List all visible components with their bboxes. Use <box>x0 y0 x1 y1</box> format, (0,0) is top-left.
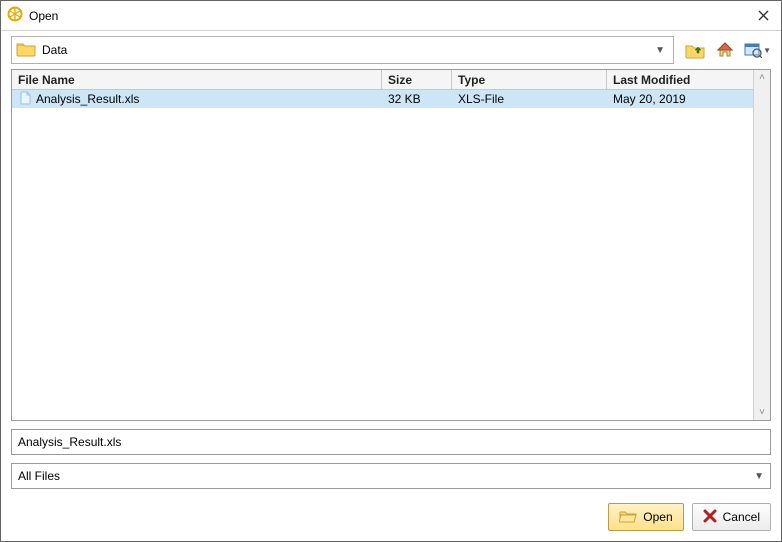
chevron-down-icon: ▼ <box>763 46 771 55</box>
file-type: XLS-File <box>452 92 607 106</box>
cancel-button[interactable]: Cancel <box>692 503 771 531</box>
chevron-down-icon[interactable]: ▼ <box>655 45 669 56</box>
file-size: 32 KB <box>382 92 452 106</box>
scrollbar[interactable]: ˄ ˅ <box>753 70 770 420</box>
scroll-up-icon[interactable]: ˄ <box>759 72 765 83</box>
filename-field[interactable] <box>11 429 771 455</box>
file-icon <box>18 91 32 108</box>
scroll-down-icon[interactable]: ˅ <box>759 407 765 418</box>
chevron-down-icon[interactable]: ▼ <box>754 471 764 482</box>
title-bar: Open <box>1 1 781 31</box>
table-row[interactable]: Analysis_Result.xls 32 KBXLS-FileMay 20, … <box>12 90 753 108</box>
app-icon <box>7 6 23 25</box>
col-size[interactable]: Size <box>382 70 452 89</box>
file-modified: May 20, 2019 <box>607 92 753 106</box>
col-type[interactable]: Type <box>452 70 607 89</box>
open-button[interactable]: Open <box>608 503 683 531</box>
filter-text: All Files <box>18 469 754 483</box>
button-row: Open Cancel <box>1 497 781 541</box>
file-list: File Name Size Type Last Modified Analys… <box>11 69 771 421</box>
dialog-title: Open <box>29 9 58 23</box>
col-modified[interactable]: Last Modified <box>607 70 753 89</box>
cancel-label: Cancel <box>723 510 760 524</box>
file-name: Analysis_Result.xls <box>36 92 139 106</box>
filter-combo[interactable]: All Files ▼ <box>11 463 771 489</box>
column-headers: File Name Size Type Last Modified <box>12 70 753 90</box>
folder-open-icon <box>619 509 637 526</box>
home-button[interactable] <box>714 39 736 61</box>
col-filename[interactable]: File Name <box>12 70 382 89</box>
filename-input[interactable] <box>18 435 764 449</box>
open-label: Open <box>643 510 672 524</box>
toolbar: Data ▼ ▼ <box>1 31 781 69</box>
folder-icon <box>16 41 36 60</box>
close-button[interactable] <box>753 6 773 26</box>
location-text: Data <box>42 43 67 57</box>
open-dialog: Open Data ▼ ▼ <box>0 0 782 542</box>
file-rows: Analysis_Result.xls 32 KBXLS-FileMay 20, … <box>12 90 753 420</box>
up-folder-button[interactable] <box>684 39 706 61</box>
location-combo[interactable]: Data ▼ <box>11 36 674 64</box>
cancel-icon <box>703 509 717 526</box>
view-menu-button[interactable]: ▼ <box>744 42 771 58</box>
